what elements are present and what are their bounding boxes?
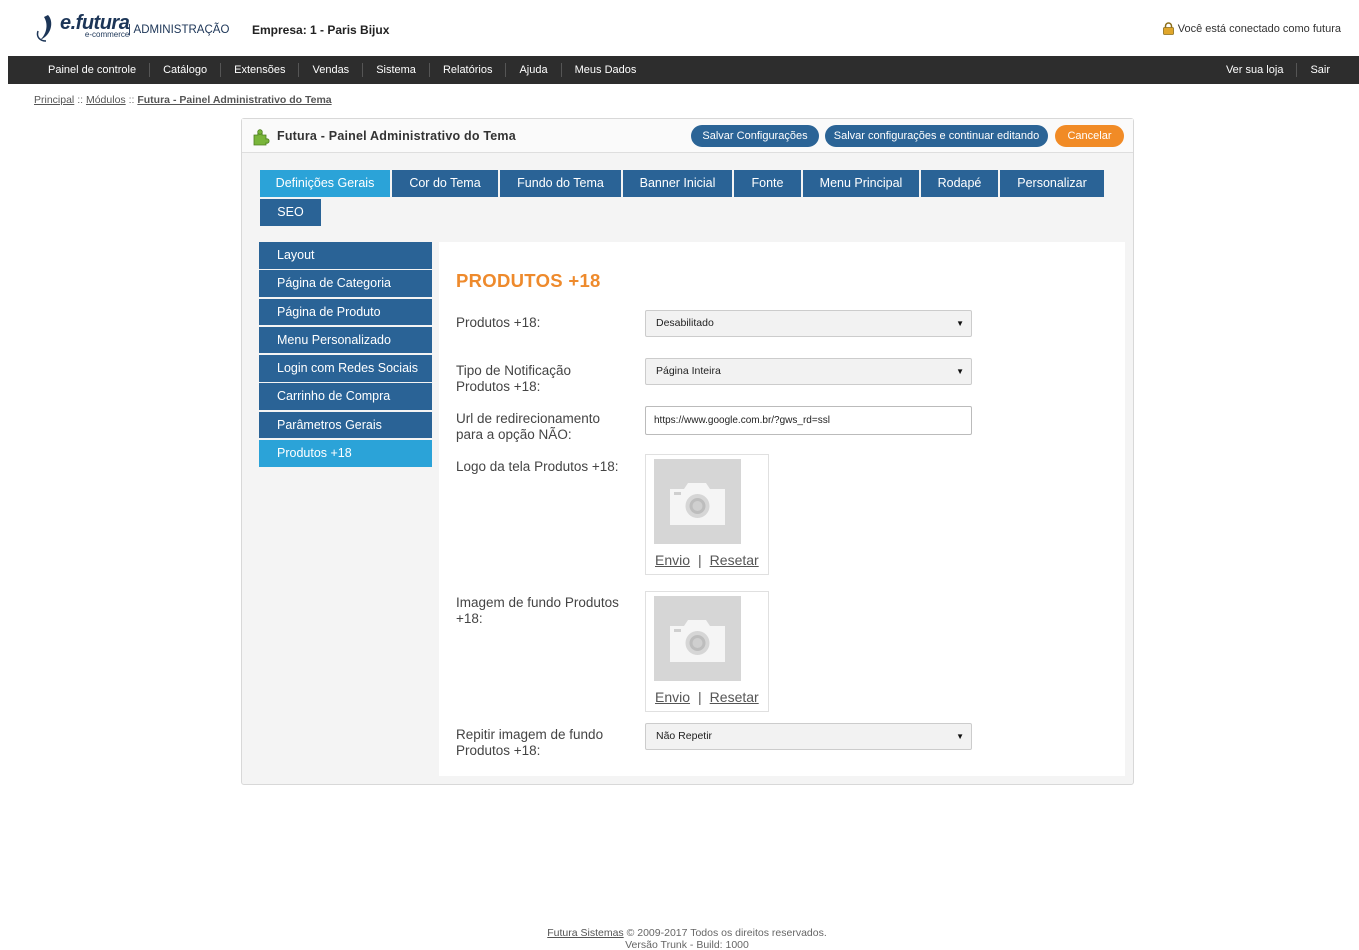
tab-rodape[interactable]: Rodapé	[921, 170, 998, 197]
tipo-notificacao-select[interactable]: Página Inteira ▼	[645, 358, 972, 385]
produtos18-select[interactable]: Desabilitado ▼	[645, 310, 972, 337]
save-settings-button[interactable]: Salvar Configurações	[691, 125, 819, 147]
cancel-button[interactable]: Cancelar	[1055, 125, 1124, 147]
link-separator: |	[698, 552, 702, 568]
nav-meus-dados[interactable]: Meus Dados	[560, 63, 650, 77]
tipo-notificacao-value: Página Inteira	[656, 365, 721, 377]
tab-personalizar[interactable]: Personalizar	[1000, 170, 1104, 197]
nav-catalogo[interactable]: Catálogo	[149, 63, 220, 77]
bg-image-box: Envio | Resetar	[645, 591, 769, 712]
logo-reset-link[interactable]: Resetar	[710, 552, 759, 568]
breadcrumb: Principal :: Módulos :: Futura - Painel …	[34, 94, 332, 106]
repeat-bg-label: Repitir imagem de fundo Produtos +18:	[456, 727, 604, 758]
lock-icon	[1162, 22, 1174, 35]
dropdown-arrow-icon: ▼	[956, 367, 964, 376]
main-navbar: Painel de controle Catálogo Extensões Ve…	[8, 56, 1359, 84]
url-redirect-input[interactable]: https://www.google.com.br/?gws_rd=ssl	[645, 406, 972, 435]
logo-upload-link[interactable]: Envio	[655, 552, 690, 568]
breadcrumb-separator: ::	[77, 94, 84, 106]
footer-copyright: © 2009-2017 Todos os direitos reservados…	[626, 927, 827, 939]
logo-image-box: Envio | Resetar	[645, 454, 769, 575]
footer-version: Versão Trunk - Build: 1000	[625, 939, 749, 950]
dropdown-arrow-icon: ▼	[956, 319, 964, 328]
bg-image-reset-link[interactable]: Resetar	[710, 689, 759, 705]
side-item-pagina-de-produto[interactable]: Página de Produto	[259, 298, 432, 326]
nav-sistema[interactable]: Sistema	[362, 63, 429, 77]
save-and-continue-button[interactable]: Salvar configurações e continuar editand…	[825, 125, 1048, 147]
repeat-bg-select[interactable]: Não Repetir ▼	[645, 723, 972, 750]
footer: Futura Sistemas © 2009-2017 Todos os dir…	[0, 927, 1359, 950]
tab-fundo-do-tema[interactable]: Fundo do Tema	[500, 170, 621, 197]
side-item-parametros-gerais[interactable]: Parâmetros Gerais	[259, 411, 432, 439]
link-separator: |	[698, 689, 702, 705]
puzzle-piece-icon	[253, 129, 270, 146]
side-item-carrinho-de-compra[interactable]: Carrinho de Compra	[259, 383, 432, 410]
admin-label: | ADMINISTRAÇÃO	[128, 24, 230, 36]
side-item-login-redes-sociais[interactable]: Login com Redes Sociais	[259, 355, 432, 382]
dropdown-arrow-icon: ▼	[956, 732, 964, 741]
breadcrumb-current[interactable]: Futura - Painel Administrativo do Tema	[137, 94, 331, 106]
produtos18-label: Produtos +18:	[456, 315, 541, 330]
bg-image-upload-link[interactable]: Envio	[655, 689, 690, 705]
bg-image-links: Envio | Resetar	[655, 689, 759, 705]
logo-links: Envio | Resetar	[655, 552, 759, 568]
nav-vendas[interactable]: Vendas	[298, 63, 362, 77]
nav-ajuda[interactable]: Ajuda	[505, 63, 560, 77]
tab-definicoes-gerais[interactable]: Definições Gerais	[260, 170, 390, 197]
produtos18-value: Desabilitado	[656, 317, 714, 329]
settings-content: PRODUTOS +18 Produtos +18: Desabilitado …	[439, 242, 1125, 776]
panel-title: Futura - Painel Administrativo do Tema	[277, 129, 516, 143]
side-item-menu-personalizado[interactable]: Menu Personalizado	[259, 326, 432, 354]
tab-seo[interactable]: SEO	[260, 199, 321, 226]
logo-swoosh-icon	[36, 15, 52, 42]
bg-image-label: Imagem de fundo Produtos +18:	[456, 595, 619, 626]
tab-cor-do-tema[interactable]: Cor do Tema	[392, 170, 498, 197]
theme-admin-panel: Futura - Painel Administrativo do Tema S…	[241, 118, 1134, 785]
footer-futura-link[interactable]: Futura Sistemas	[547, 927, 623, 939]
breadcrumb-modulos[interactable]: Módulos	[86, 94, 126, 106]
tab-menu-principal[interactable]: Menu Principal	[803, 170, 919, 197]
tipo-notificacao-label: Tipo de Notificação Produtos +18:	[456, 363, 572, 394]
side-item-pagina-de-categoria[interactable]: Página de Categoria	[259, 270, 432, 297]
nav-painel-de-controle[interactable]: Painel de controle	[34, 63, 149, 77]
breadcrumb-principal[interactable]: Principal	[34, 94, 74, 106]
user-status-text: Você está conectado como futura	[1177, 22, 1341, 35]
side-menu: Layout Página de Categoria Página de Pro…	[259, 242, 432, 468]
nav-relatorios[interactable]: Relatórios	[428, 63, 506, 77]
breadcrumb-separator: ::	[128, 94, 135, 106]
nav-ver-sua-loja[interactable]: Ver sua loja	[1212, 63, 1296, 77]
tab-fonte[interactable]: Fonte	[734, 170, 801, 197]
top-header: e.futura e-commerce | ADMINISTRAÇÃO Empr…	[0, 0, 1359, 56]
efutura-logo[interactable]: e.futura e-commerce	[34, 13, 130, 45]
panel-header: Futura - Painel Administrativo do Tema S…	[242, 119, 1133, 153]
tab-banner-inicial[interactable]: Banner Inicial	[623, 170, 732, 197]
url-redirect-label: Url de redirecionamento para a opção NÃO…	[456, 411, 601, 442]
nav-sair[interactable]: Sair	[1296, 63, 1343, 77]
company-name: Empresa: 1 - Paris Bijux	[252, 23, 390, 37]
side-item-produtos-18[interactable]: Produtos +18	[259, 440, 432, 467]
repeat-bg-value: Não Repetir	[656, 730, 713, 742]
nav-extensoes[interactable]: Extensões	[220, 63, 298, 77]
side-item-layout[interactable]: Layout	[259, 242, 432, 269]
camera-placeholder-icon	[654, 459, 741, 544]
camera-placeholder-icon	[654, 596, 741, 681]
section-title: PRODUTOS +18	[456, 270, 601, 291]
logo-label: Logo da tela Produtos +18:	[456, 459, 619, 474]
user-status: Você está conectado como futura	[1162, 22, 1341, 35]
